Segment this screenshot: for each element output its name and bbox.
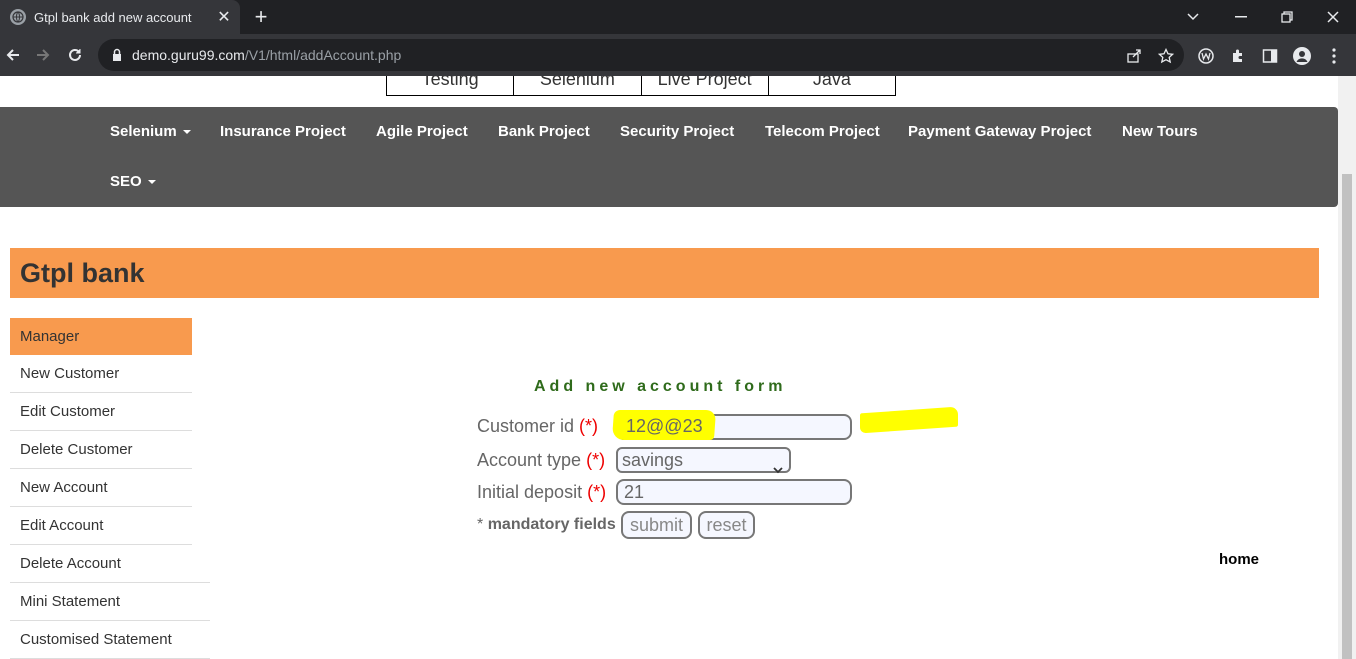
top-link-testing[interactable]: Testing: [387, 76, 515, 95]
share-icon[interactable]: [1126, 48, 1142, 64]
initial-deposit-input[interactable]: 21: [616, 479, 852, 505]
form-title: Add new account form: [534, 378, 787, 395]
customer-id-label-text: Customer id: [477, 416, 575, 436]
required-marker: (*): [586, 450, 606, 470]
page-scrollbar[interactable]: [1338, 76, 1356, 659]
bookmark-star-icon[interactable]: [1157, 47, 1175, 64]
required-marker: (*): [587, 482, 607, 502]
nav-bank-project[interactable]: Bank Project: [498, 123, 590, 140]
reset-button[interactable]: reset: [698, 511, 755, 539]
caret-down-icon: [147, 180, 156, 185]
close-tab-icon[interactable]: ✕: [212, 7, 236, 27]
browser-tab[interactable]: Gtpl bank add new account ✕: [0, 0, 240, 34]
extensions-puzzle-icon[interactable]: [1229, 47, 1247, 65]
sidebar-item-mini-statement[interactable]: Mini Statement: [10, 583, 210, 621]
caret-down-icon: [182, 130, 191, 135]
forward-icon[interactable]: [30, 42, 56, 68]
yellow-annotation-mark: [860, 406, 958, 434]
sidebar-item-customised-statement[interactable]: Customised Statement: [10, 621, 210, 659]
nav-payment-gateway-project[interactable]: Payment Gateway Project: [908, 123, 1091, 140]
nav-selenium[interactable]: Selenium: [110, 123, 191, 140]
reload-icon[interactable]: [62, 42, 88, 68]
customer-id-label: Customer id (*): [477, 416, 598, 437]
lock-icon[interactable]: [110, 48, 124, 62]
top-links-table: Testing Selenium Live Project Java: [386, 76, 896, 96]
initial-deposit-label: Initial deposit (*): [477, 482, 606, 503]
url-path: /V1/html/addAccount.php: [244, 47, 402, 63]
kebab-menu-icon[interactable]: [1325, 47, 1343, 65]
browser-toolbar: demo.guru99.com /V1/html/addAccount.php: [0, 34, 1356, 76]
nav-selenium-label: Selenium: [110, 123, 177, 140]
scrollbar-thumb[interactable]: [1342, 174, 1352, 659]
tab-search-icon[interactable]: [1170, 0, 1216, 34]
submit-button[interactable]: submit: [621, 511, 692, 539]
sidebar-item-new-account[interactable]: New Account: [10, 469, 192, 507]
nav-telecom-project[interactable]: Telecom Project: [765, 123, 880, 140]
page-content: Testing Selenium Live Project Java Selen…: [0, 76, 1356, 659]
profile-avatar-icon[interactable]: [1293, 47, 1311, 65]
account-type-value: savings: [622, 450, 684, 470]
home-link[interactable]: home: [1219, 551, 1259, 568]
bank-banner: Gtpl bank: [10, 248, 1319, 298]
back-icon[interactable]: [0, 42, 26, 68]
minimize-icon[interactable]: [1218, 0, 1264, 34]
browser-tab-bar: Gtpl bank add new account ✕ +: [0, 0, 1356, 34]
nav-insurance-project[interactable]: Insurance Project: [220, 123, 346, 140]
sidebar-item-delete-account[interactable]: Delete Account: [10, 545, 210, 583]
sidebar-item-delete-customer[interactable]: Delete Customer: [10, 431, 192, 469]
account-type-select[interactable]: savings: [616, 447, 791, 474]
account-type-label: Account type (*): [477, 450, 605, 471]
globe-icon: [10, 9, 26, 25]
mandatory-fields-note: * mandatory fields: [477, 516, 616, 534]
initial-deposit-label-text: Initial deposit: [477, 482, 583, 502]
top-link-selenium[interactable]: Selenium: [514, 76, 642, 95]
initial-deposit-value: 21: [624, 482, 645, 502]
nav-agile-project[interactable]: Agile Project: [376, 123, 468, 140]
sidebar-menu: Manager New Customer Edit Customer Delet…: [10, 318, 210, 659]
restore-icon[interactable]: [1264, 0, 1310, 34]
extension-w-icon[interactable]: [1197, 47, 1215, 65]
side-panel-icon[interactable]: [1261, 47, 1279, 65]
customer-id-value: 12@@23: [626, 416, 703, 436]
nav-seo[interactable]: SEO: [110, 173, 156, 190]
tab-title: Gtpl bank add new account: [34, 9, 192, 25]
url-host: demo.guru99.com: [132, 47, 245, 63]
sidebar-item-new-customer[interactable]: New Customer: [10, 355, 192, 393]
required-marker: (*): [579, 416, 599, 436]
chevron-down-icon: [773, 457, 783, 479]
close-window-icon[interactable]: [1310, 0, 1356, 34]
top-link-java[interactable]: Java: [769, 76, 895, 95]
mandatory-text: mandatory fields: [487, 516, 616, 533]
main-navbar: Selenium Insurance Project Agile Project…: [0, 107, 1338, 207]
mandatory-asterisk: *: [477, 516, 484, 533]
new-tab-button[interactable]: +: [248, 4, 274, 30]
bank-title: Gtpl bank: [20, 258, 145, 288]
nav-new-tours[interactable]: New Tours: [1122, 123, 1198, 140]
sidebar-item-edit-account[interactable]: Edit Account: [10, 507, 192, 545]
sidebar-item-manager[interactable]: Manager: [10, 318, 192, 355]
nav-security-project[interactable]: Security Project: [620, 123, 734, 140]
sidebar-item-edit-customer[interactable]: Edit Customer: [10, 393, 192, 431]
top-link-live-project[interactable]: Live Project: [642, 76, 769, 95]
nav-seo-label: SEO: [110, 173, 142, 190]
address-bar[interactable]: demo.guru99.com /V1/html/addAccount.php: [98, 39, 1184, 71]
account-type-label-text: Account type: [477, 450, 582, 470]
